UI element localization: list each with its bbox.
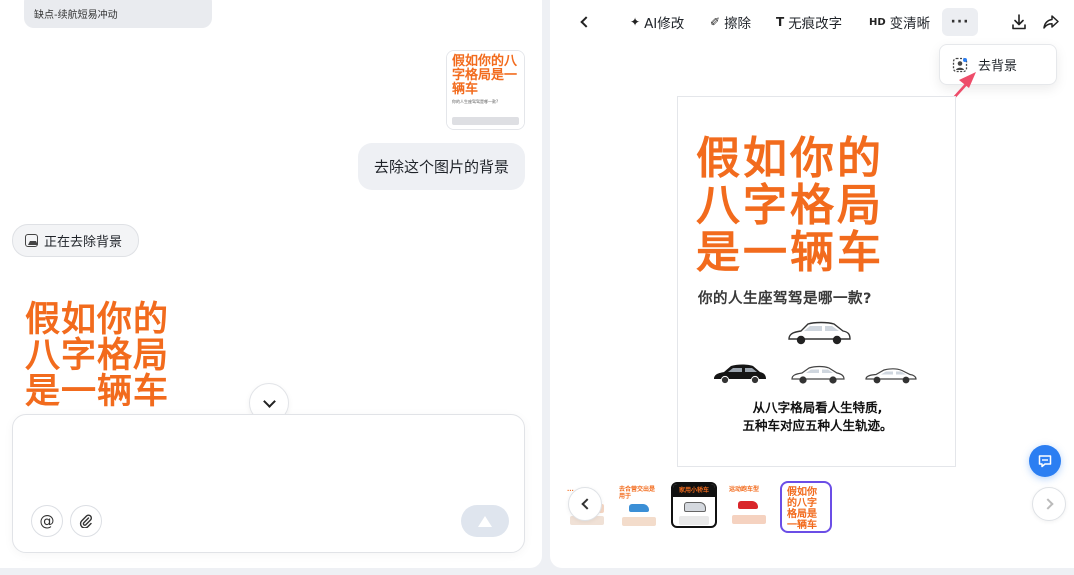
- thumbnail-5-label: 假如你的八字格局是一辆车: [787, 487, 817, 531]
- enhance-label: 变清晰: [889, 16, 931, 32]
- result-image-title[interactable]: 假如你的 八字格局 是一辆车: [25, 302, 169, 410]
- poster-desc-line-2: 五种车对应五种人生轨迹。: [742, 418, 893, 433]
- previous-message-snippet: 缺点-续航短易冲动: [24, 0, 212, 28]
- result-title-line-2: 八字格局: [25, 336, 170, 376]
- thumbnail-4-label: 运动跑车型: [729, 486, 760, 493]
- erase-button[interactable]: ✐ 擦除: [710, 11, 751, 33]
- car-icon-black-suv: [714, 364, 766, 385]
- thumbnail-4-car: [738, 501, 758, 509]
- image-icon: [25, 234, 38, 247]
- mention-button[interactable]: @: [31, 505, 63, 537]
- thumbnail-5-selected[interactable]: 假如你的八字格局是一辆车: [780, 481, 832, 533]
- text-icon: T: [776, 15, 785, 29]
- thumbnail-4[interactable]: 运动跑车型: [726, 482, 772, 528]
- poster-title-line-3: 是一辆车: [696, 227, 884, 278]
- message-icon: [1038, 455, 1052, 468]
- chevron-down-icon: [262, 394, 276, 408]
- message-composer: @: [12, 414, 525, 553]
- chevron-left-icon: [580, 498, 593, 510]
- more-options-button[interactable]: ···: [942, 8, 978, 36]
- at-icon: @: [39, 512, 55, 530]
- poster-title-line-2: 八字格局: [696, 180, 884, 231]
- sent-image-poster: 假如你的八字格局是一辆车 你的人生座驾驾是哪一款?: [447, 51, 524, 129]
- preview-poster-image: 假如你的 八字格局 是一辆车 你的人生座驾驾是哪一款? 从八字格局看人生特质,: [677, 96, 956, 467]
- thumbnail-3-car: [684, 502, 706, 512]
- download-icon: [1012, 14, 1026, 30]
- car-icon-white-coupe: [865, 368, 917, 384]
- download-button[interactable]: [1008, 11, 1030, 33]
- thumbnail-2-label: 去合营交出是用于: [619, 486, 656, 500]
- status-chip-label: 正在去除背景: [44, 235, 123, 250]
- chat-panel: 缺点-续航短易冲动 假如你的八字格局是一辆车 你的人生座驾驾是哪一款? 去除这个…: [0, 0, 542, 568]
- message-input[interactable]: [27, 427, 511, 497]
- sparkle-icon: ✦: [630, 15, 641, 29]
- menu-item-remove-background[interactable]: 去背景: [978, 55, 1017, 74]
- floating-chat-button[interactable]: [1029, 445, 1061, 477]
- sent-image-car-strip: [452, 117, 519, 125]
- car-icon-white-sedan: [791, 365, 845, 384]
- thumbnail-2-art: [622, 517, 656, 526]
- chevron-right-icon: [1041, 498, 1054, 510]
- status-chip-removing-background[interactable]: 正在去除背景: [12, 224, 140, 257]
- back-button[interactable]: [574, 12, 594, 32]
- car-icon-white-suv: [788, 321, 851, 345]
- paperclip-icon: [79, 514, 93, 528]
- text-edit-button[interactable]: T 无痕改字: [776, 11, 842, 33]
- poster-desc-line-1: 从八字格局看人生特质,: [752, 400, 883, 415]
- result-title-line-1: 假如你的: [25, 300, 170, 340]
- thumbnail-3-label: 家用小轿车: [673, 484, 715, 497]
- text-edit-label: 无痕改字: [788, 16, 843, 32]
- share-button[interactable]: [1040, 11, 1062, 33]
- thumbnail-3[interactable]: 家用小轿车: [671, 482, 717, 528]
- chevron-left-icon: [579, 16, 592, 28]
- thumbnails-prev-button[interactable]: [568, 487, 602, 521]
- sent-image-thumbnail[interactable]: 假如你的八字格局是一辆车 你的人生座驾驾是哪一款?: [446, 50, 525, 130]
- send-arrow-icon: [478, 515, 492, 527]
- poster-subtitle: 你的人生座驾驾是哪一款?: [698, 291, 872, 307]
- result-title-line-3: 是一辆车: [25, 372, 170, 412]
- sent-image-title: 假如你的八字格局是一辆车: [452, 54, 518, 97]
- poster-title: 假如你的 八字格局 是一辆车: [696, 135, 884, 276]
- user-message-text: 去除这个图片的背景: [373, 158, 509, 176]
- thumbnail-3-art: [679, 516, 709, 525]
- thumbnail-2[interactable]: 去合营交出是用于: [616, 482, 662, 528]
- hd-icon: HD: [869, 16, 886, 28]
- send-button[interactable]: [461, 505, 509, 537]
- attach-button[interactable]: [70, 505, 102, 537]
- image-preview-panel: ✦ AI修改 ✐ 擦除 T 无痕改字 HD 变清晰 ··· 去背景 假如你的 八…: [550, 0, 1074, 568]
- thumbnails-next-button[interactable]: [1032, 487, 1066, 521]
- thumbnail-4-art: [732, 515, 766, 524]
- preview-toolbar: ✦ AI修改 ✐ 擦除 T 无痕改字 HD 变清晰 ···: [550, 0, 1074, 44]
- ai-edit-label: AI修改: [644, 16, 685, 32]
- poster-title-line-1: 假如你的: [696, 133, 884, 184]
- poster-description: 从八字格局看人生特质, 五种车对应五种人生轨迹。: [678, 399, 957, 435]
- enhance-button[interactable]: HD 变清晰: [869, 11, 930, 33]
- share-icon: [1043, 15, 1059, 29]
- thumbnail-2-car: [629, 504, 649, 512]
- user-message-bubble: 去除这个图片的背景: [357, 143, 525, 190]
- eraser-icon: ✐: [710, 15, 721, 29]
- ai-edit-button[interactable]: ✦ AI修改: [630, 11, 684, 33]
- sent-image-subtitle: 你的人生座驾驾是哪一款?: [452, 99, 499, 104]
- erase-label: 擦除: [724, 16, 752, 32]
